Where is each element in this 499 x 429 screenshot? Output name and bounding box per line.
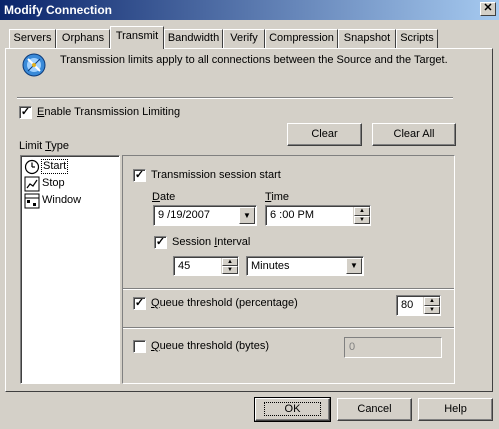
ok-button[interactable]: OK — [254, 397, 331, 422]
chart-icon — [24, 176, 40, 192]
tab-transmit[interactable]: Transmit — [110, 26, 164, 49]
session-interval-checkbox[interactable]: ✓ — [154, 236, 167, 249]
tab-snapshot[interactable]: Snapshot — [338, 29, 396, 48]
date-picker[interactable]: 9 /19/2007 ▼ — [153, 205, 257, 226]
help-button[interactable]: Help — [418, 398, 493, 421]
session-start-label: Transmission session start — [151, 169, 281, 181]
list-item-window[interactable]: Window — [42, 194, 81, 206]
queue-bytes-checkbox[interactable] — [133, 340, 146, 353]
clear-button[interactable]: Clear — [287, 123, 362, 146]
date-value: 9 /19/2007 — [158, 209, 210, 221]
queue-bytes-value: 0 — [349, 341, 356, 353]
spin-down-icon[interactable]: ▼ — [424, 305, 440, 314]
time-label: Time — [265, 191, 290, 203]
limit-type-list[interactable]: Start Stop Window — [20, 155, 120, 384]
spin-down-icon[interactable]: ▼ — [354, 215, 370, 224]
queue-percentage-checkbox[interactable]: ✓ — [133, 297, 146, 310]
queue-bytes-input[interactable]: 0 — [344, 337, 442, 358]
tab-verify[interactable]: Verify — [223, 29, 265, 48]
spin-down-icon[interactable]: ▼ — [222, 266, 238, 274]
time-picker[interactable]: 6 :00 PM ▲ ▼ — [265, 205, 371, 226]
divider — [123, 327, 454, 329]
chevron-down-icon[interactable]: ▼ — [346, 258, 362, 274]
window-title: Modify Connection — [4, 3, 112, 17]
ok-button-label: OK — [263, 402, 322, 416]
calendar-icon — [24, 193, 40, 209]
session-start-checkbox[interactable]: ✓ — [133, 169, 146, 182]
tab-servers[interactable]: Servers — [9, 29, 56, 48]
interval-value-input[interactable]: 45 ▲ ▼ — [173, 256, 239, 276]
time-spinner[interactable]: ▲ ▼ — [353, 207, 370, 224]
queue-percentage-value: 80 — [401, 299, 414, 311]
queue-percentage-label: Queue threshold (percentage) — [151, 297, 298, 309]
close-button[interactable]: ✕ — [480, 2, 496, 16]
tab-scripts[interactable]: Scripts — [396, 29, 438, 48]
satellite-dish-icon — [20, 52, 48, 78]
list-item-stop[interactable]: Stop — [42, 177, 65, 189]
tab-compression[interactable]: Compression — [265, 29, 338, 48]
info-text: Transmission limits apply to all connect… — [60, 54, 448, 66]
limit-type-label: Limit Type — [19, 140, 69, 152]
title-bar: Modify Connection — [0, 0, 499, 20]
list-item-start[interactable]: Start — [41, 159, 69, 174]
interval-value: 45 — [178, 260, 191, 272]
session-interval-label: Session Interval — [172, 236, 251, 248]
time-value: 6 :00 PM — [270, 209, 315, 221]
queue-percentage-spinner[interactable]: ▲ ▼ — [423, 297, 440, 314]
queue-bytes-label: Queue threshold (bytes) — [151, 340, 270, 352]
enable-limiting-checkbox[interactable]: ✓ — [19, 106, 32, 119]
cancel-button[interactable]: Cancel — [337, 398, 412, 421]
tab-bandwidth[interactable]: Bandwidth — [164, 29, 223, 48]
spin-up-icon[interactable]: ▲ — [424, 297, 440, 306]
interval-unit: Minutes — [251, 260, 290, 272]
spin-up-icon[interactable]: ▲ — [222, 258, 238, 266]
divider — [123, 288, 454, 290]
enable-limiting-label: Enable Transmission Limiting — [37, 106, 181, 118]
tab-orphans[interactable]: Orphans — [56, 29, 110, 48]
queue-percentage-input[interactable]: 80 ▲ ▼ — [396, 295, 441, 316]
interval-unit-select[interactable]: Minutes ▼ — [246, 256, 364, 276]
spin-up-icon[interactable]: ▲ — [354, 207, 370, 216]
clock-icon — [24, 159, 40, 175]
date-label: Date — [152, 191, 176, 203]
clear-all-button[interactable]: Clear All — [372, 123, 456, 146]
interval-spinner[interactable]: ▲ ▼ — [221, 258, 238, 274]
chevron-down-icon[interactable]: ▼ — [239, 207, 255, 224]
divider — [17, 97, 453, 99]
